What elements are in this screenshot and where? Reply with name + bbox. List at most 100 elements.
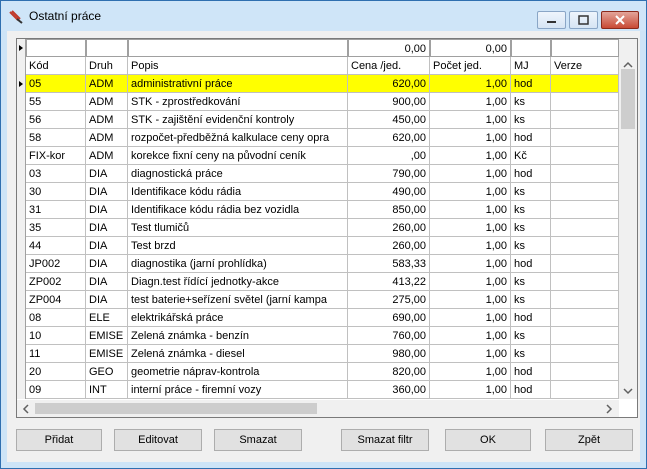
cell-popis[interactable]: Zelená známka - diesel [128,345,348,363]
filter-pocet-input[interactable]: 0,00 [430,39,511,57]
table-row[interactable]: 44 DIA Test brzd 260,00 1,00 ks [17,237,619,255]
edit-button[interactable]: Editovat [114,429,202,451]
row-indicator[interactable] [17,345,26,363]
cell-mj[interactable]: ks [511,237,551,255]
filter-popis-input[interactable] [128,39,348,57]
table-row[interactable]: FIX-kor ADM korekce fixní ceny na původní … [17,147,619,165]
table-row[interactable]: 20 GEO geometrie náprav-kontrola 820,00 1,00… [17,363,619,381]
cell-cena[interactable]: 690,00 [348,309,430,327]
cell-pocet[interactable]: 1,00 [430,201,511,219]
cell-pocet[interactable]: 1,00 [430,219,511,237]
cell-mj[interactable]: ks [511,291,551,309]
cell-kod[interactable]: 31 [26,201,86,219]
cell-verze[interactable] [551,291,619,309]
cell-mj[interactable]: ks [511,219,551,237]
delete-button[interactable]: Smazat [214,429,302,451]
cell-kod[interactable]: 20 [26,363,86,381]
cell-mj[interactable]: hod [511,309,551,327]
column-header-mj[interactable]: MJ [511,57,551,75]
cell-druh[interactable]: DIA [86,291,128,309]
cell-cena[interactable]: 850,00 [348,201,430,219]
minimize-button[interactable] [537,11,566,29]
row-indicator[interactable] [17,309,26,327]
cell-pocet[interactable]: 1,00 [430,381,511,399]
table-row[interactable]: 35 DIA Test tlumičů 260,00 1,00 ks [17,219,619,237]
cell-pocet[interactable]: 1,00 [430,183,511,201]
cell-mj[interactable]: ks [511,183,551,201]
cell-druh[interactable]: ADM [86,111,128,129]
filter-mj-input[interactable] [511,39,551,57]
cell-pocet[interactable]: 1,00 [430,255,511,273]
cell-verze[interactable] [551,75,619,93]
cell-mj[interactable]: ks [511,111,551,129]
table-row[interactable]: 05 ADM administrativní práce 620,00 1,00 hod [17,75,619,93]
cell-verze[interactable] [551,363,619,381]
cell-cena[interactable]: 583,33 [348,255,430,273]
cell-kod[interactable]: 08 [26,309,86,327]
cell-druh[interactable]: DIA [86,201,128,219]
cell-kod[interactable]: 03 [26,165,86,183]
cell-pocet[interactable]: 1,00 [430,345,511,363]
ok-button[interactable]: OK [445,429,531,451]
table-row[interactable]: ZP004 DIA test baterie+seřízení světel (ja… [17,291,619,309]
cell-pocet[interactable]: 1,00 [430,273,511,291]
cell-pocet[interactable]: 1,00 [430,147,511,165]
cell-pocet[interactable]: 1,00 [430,237,511,255]
row-indicator[interactable] [17,165,26,183]
cell-pocet[interactable]: 1,00 [430,327,511,345]
column-header-kod[interactable]: Kód [26,57,86,75]
cell-verze[interactable] [551,273,619,291]
cell-mj[interactable]: ks [511,201,551,219]
table-row[interactable]: 56 ADM STK - zajištění evidenční kontroly 4… [17,111,619,129]
cell-popis[interactable]: diagnostická práce [128,165,348,183]
cell-cena[interactable]: 260,00 [348,237,430,255]
cell-kod[interactable]: 35 [26,219,86,237]
cell-druh[interactable]: ADM [86,75,128,93]
cell-mj[interactable]: hod [511,129,551,147]
cell-cena[interactable]: 260,00 [348,219,430,237]
cell-druh[interactable]: ELE [86,309,128,327]
row-indicator[interactable] [17,291,26,309]
cell-pocet[interactable]: 1,00 [430,309,511,327]
cell-mj[interactable]: ks [511,273,551,291]
cell-pocet[interactable]: 1,00 [430,165,511,183]
cell-cena[interactable]: 620,00 [348,75,430,93]
cell-mj[interactable]: hod [511,255,551,273]
cell-kod[interactable]: 44 [26,237,86,255]
row-indicator[interactable] [17,327,26,345]
add-button[interactable]: Přidat [16,429,102,451]
title-bar[interactable]: Ostatní práce [1,1,646,31]
cell-druh[interactable]: EMISE [86,345,128,363]
cell-kod[interactable]: 56 [26,111,86,129]
cell-popis[interactable]: Test tlumičů [128,219,348,237]
filter-kod-input[interactable] [26,39,86,57]
cell-kod[interactable]: ZP004 [26,291,86,309]
cell-popis[interactable]: Identifikace kódu rádia bez vozidla [128,201,348,219]
cell-kod[interactable]: JP002 [26,255,86,273]
cell-verze[interactable] [551,255,619,273]
cell-kod[interactable]: 58 [26,129,86,147]
cell-pocet[interactable]: 1,00 [430,111,511,129]
cell-popis[interactable]: korekce fixní ceny na původní ceník [128,147,348,165]
column-header-popis[interactable]: Popis [128,57,348,75]
cell-druh[interactable]: DIA [86,255,128,273]
row-indicator[interactable] [17,93,26,111]
cell-popis[interactable]: Diagn.test řídící jednotky-akce [128,273,348,291]
cell-kod[interactable]: 55 [26,93,86,111]
cell-kod[interactable]: 09 [26,381,86,399]
cell-kod[interactable]: 11 [26,345,86,363]
row-indicator[interactable] [17,147,26,165]
table-row[interactable]: 10 EMISE Zelená známka - benzín 760,00 1,00 k… [17,327,619,345]
row-indicator[interactable] [17,363,26,381]
cell-cena[interactable]: 360,00 [348,381,430,399]
cell-mj[interactable]: hod [511,363,551,381]
back-button[interactable]: Zpět [545,429,633,451]
cell-druh[interactable]: DIA [86,273,128,291]
row-indicator[interactable] [17,129,26,147]
scroll-up-icon[interactable] [623,61,633,69]
filter-druh-input[interactable] [86,39,128,57]
cell-cena[interactable]: 980,00 [348,345,430,363]
vertical-scroll-thumb[interactable] [621,69,635,129]
cell-kod[interactable]: FIX-kor [26,147,86,165]
cell-cena[interactable]: 620,00 [348,129,430,147]
